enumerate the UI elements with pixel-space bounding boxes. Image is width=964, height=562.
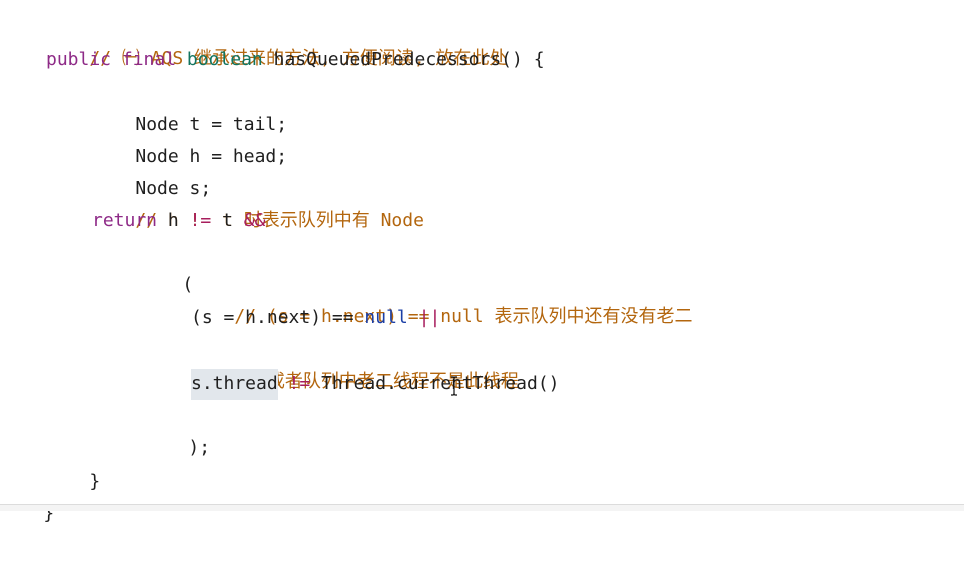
- operator-or: ||: [418, 307, 441, 328]
- code-line-3: Node t = tail;: [92, 77, 287, 135]
- code-line-9: // (s = h.next) == null 表示队列中还有没有老二: [191, 269, 692, 327]
- code-line-15: }: [0, 466, 54, 524]
- code-line-4: Node h = head;: [92, 109, 287, 167]
- keyword-public: public: [46, 49, 112, 70]
- type-boolean: boolean: [186, 49, 263, 70]
- var-t: t: [222, 210, 233, 231]
- keyword-return: return: [92, 210, 158, 231]
- expr-current-thread: Thread.currentThread(): [321, 373, 560, 394]
- code-line-10: (s = h.next) == null ||: [191, 302, 440, 334]
- expr-s-next: (s = h.next) ==: [191, 307, 354, 328]
- method-close-brace: }: [89, 471, 101, 492]
- code-line-5: Node s;: [92, 141, 211, 199]
- keyword-final: final: [121, 49, 177, 70]
- close-paren-semicolon: );: [188, 437, 211, 458]
- code-line-8: (: [139, 237, 193, 295]
- code-editor[interactable]: // ㈠ AQS 继承过来的方法, 方便阅读, 放在此处 public fina…: [0, 0, 964, 524]
- code-line-13: );: [145, 400, 210, 458]
- operator-not-equal: !=: [189, 210, 212, 231]
- code-line-2: public final boolean hasQueuedPredecesso…: [46, 44, 545, 76]
- operator-and: &&: [243, 210, 266, 231]
- code-line-1: // ㈠ AQS 继承过来的方法, 方便阅读, 放在此处: [46, 11, 507, 69]
- highlighted-s-thread[interactable]: s.thread: [191, 369, 278, 400]
- literal-null: null: [364, 307, 408, 328]
- code-line-12: s.thread != Thread.currentThread(): [191, 368, 560, 400]
- code-line-7: return h != t &&: [92, 205, 265, 237]
- operator-not-equal-2: !=: [288, 373, 311, 394]
- code-line-11: // 或者队列中老二线程不是此线程: [191, 334, 519, 392]
- code-line-14: }: [46, 434, 100, 492]
- i-beam-cursor-icon: [451, 376, 457, 396]
- code-line-6: // h != t 时表示队列中有 Node: [92, 173, 424, 231]
- method-signature: hasQueuedPredecessors() {: [273, 49, 545, 70]
- var-h: h: [167, 210, 179, 231]
